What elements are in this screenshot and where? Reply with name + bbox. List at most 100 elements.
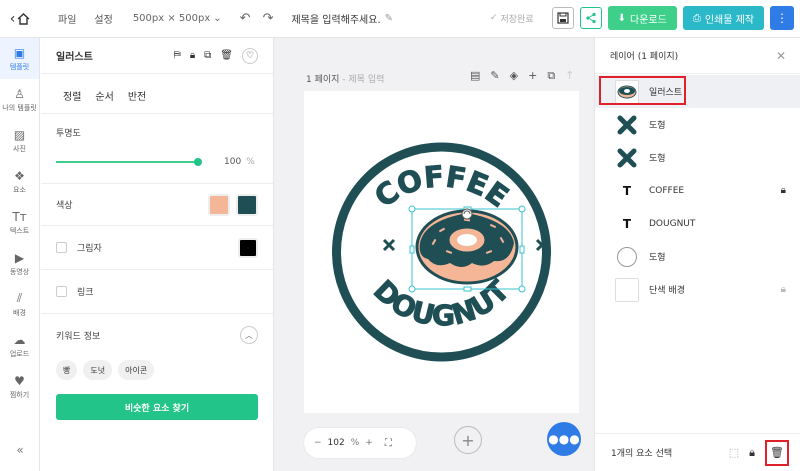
save-button[interactable] xyxy=(551,7,574,29)
zoom-control: − 102 % + ⛶ xyxy=(304,428,416,458)
lock-icon[interactable]: 🔒︎ xyxy=(781,185,786,196)
home-button[interactable]: ‹ xyxy=(0,11,40,27)
lock-icon[interactable]: 🔒︎ xyxy=(749,446,755,460)
copy-icon[interactable]: ⧉ xyxy=(204,50,211,61)
undo-icon[interactable]: ↶ xyxy=(240,11,251,26)
layer-item[interactable]: 도형 xyxy=(595,108,800,141)
sidebar-item-text[interactable]: Tт 텍스트 xyxy=(0,202,39,243)
home-icon xyxy=(17,12,30,25)
sidebar-item-my-template[interactable]: ♙ 나의 템플릿 xyxy=(0,79,39,120)
shadow-section: 그림자 xyxy=(41,226,273,270)
sidebar-item-video[interactable]: ▶ 동영상 xyxy=(0,243,39,284)
shadow-color-swatch[interactable] xyxy=(238,237,258,258)
title-placeholder: 제목을 입력해주세요. xyxy=(291,15,381,26)
layers-panel: 레이어 (1 페이지) ✕ 일러스트 도형 도형 T COFFEE 🔒︎ T D… xyxy=(594,38,800,471)
keyword-tag[interactable]: 아이콘 xyxy=(118,360,155,380)
share-icon xyxy=(586,12,596,24)
heart-outline-icon[interactable]: ♡ xyxy=(242,47,258,64)
magic-icon[interactable]: ✎ xyxy=(490,69,499,83)
sidebar-item-element[interactable]: ❖ 요소 xyxy=(0,161,39,202)
sidebar-item-upload[interactable]: ☁ 업로드 xyxy=(0,325,39,366)
canvas-size-dropdown[interactable]: 500px × 500px ⌄ xyxy=(133,13,222,24)
circle-thumb-icon xyxy=(615,244,639,269)
close-icon[interactable]: ✕ xyxy=(776,49,786,63)
sidebar-item-background[interactable]: ⫽ 배경 xyxy=(0,284,39,325)
sidebar-item-label: 배경 xyxy=(13,309,26,317)
x-shape-thumb-icon xyxy=(615,112,639,137)
delete-button[interactable]: 🗑︎ xyxy=(765,439,789,466)
zoom-out-button[interactable]: − xyxy=(314,438,322,448)
coffee-doughnut-logo[interactable]: COFFEE DOUGNUT xyxy=(304,91,579,413)
layer-item[interactable]: 도형 xyxy=(595,240,800,273)
sidebar-item-label: 요소 xyxy=(13,185,26,194)
chat-support-button[interactable]: ●●● xyxy=(547,422,581,456)
fit-screen-icon[interactable]: ⛶ xyxy=(385,438,392,449)
layer-item[interactable]: 단색 배경 🔒︎ xyxy=(595,273,800,306)
zoom-in-button[interactable]: + xyxy=(365,438,373,448)
tab-order[interactable]: 순서 xyxy=(95,88,113,113)
template-icon: ▣ xyxy=(13,45,26,60)
color-swatch-teal[interactable] xyxy=(236,193,258,216)
opacity-slider[interactable] xyxy=(56,158,202,166)
layer-item[interactable]: T COFFEE 🔒︎ xyxy=(595,174,800,207)
lock-icon[interactable]: 🔒︎ xyxy=(781,284,786,295)
title-input[interactable]: 제목을 입력해주세요. ✎ xyxy=(291,11,393,26)
sidebar-item-favorites[interactable]: ♥ 찜하기 xyxy=(0,366,39,407)
keyword-section-header: 키워드 정보 ︿ xyxy=(41,314,273,356)
redo-icon[interactable]: ↷ xyxy=(263,11,274,26)
menu-file[interactable]: 파일 xyxy=(58,11,76,26)
paint-bucket-icon[interactable]: ◈ xyxy=(510,69,518,83)
donut-illustration[interactable] xyxy=(415,209,519,285)
page-toolbar: ▤ ✎ ◈ + ⧉ ↑ xyxy=(470,69,574,83)
printer-icon: ⎙ xyxy=(692,12,701,24)
zoom-unit: % xyxy=(350,438,360,448)
selection-count: 1개의 요소 선택 xyxy=(611,449,673,459)
pencil-icon: ✎ xyxy=(384,13,394,24)
canvas-size-label: 500px × 500px xyxy=(132,13,211,24)
more-button[interactable]: ⋮ xyxy=(770,6,794,30)
collapse-sidebar-button[interactable]: « xyxy=(0,443,40,457)
link-checkbox[interactable] xyxy=(56,286,67,297)
group-icon[interactable]: ⬚ xyxy=(729,446,739,459)
menu-settings[interactable]: 설정 xyxy=(94,11,112,26)
shadow-checkbox[interactable] xyxy=(56,242,67,253)
keyword-tag[interactable]: 빵 xyxy=(56,360,78,380)
trash-icon[interactable]: 🗑︎ xyxy=(220,50,233,61)
sidebar-item-label: 텍스트 xyxy=(9,226,30,235)
tab-flip[interactable]: 반전 xyxy=(128,88,146,113)
opacity-value[interactable]: 100 xyxy=(224,157,241,167)
keyword-collapse-button[interactable]: ︿ xyxy=(240,326,258,344)
arrow-up-icon[interactable]: ↑ xyxy=(565,69,574,83)
sidebar-item-label: 찜하기 xyxy=(9,390,30,399)
keyword-tag[interactable]: 도넛 xyxy=(83,360,113,380)
trash-icon: 🗑︎ xyxy=(770,446,784,459)
layer-item[interactable]: 일러스트 xyxy=(595,75,800,108)
opacity-label: 투명도 xyxy=(56,129,81,139)
shapes-icon: ❖ xyxy=(14,168,25,183)
color-swatch-peach[interactable] xyxy=(208,193,230,216)
download-button[interactable]: ⬇ 다운로드 xyxy=(607,6,677,30)
copy-page-icon[interactable]: ⧉ xyxy=(547,69,555,83)
properties-header: 일러스트 ⛿ 🔒︎ ⧉ 🗑︎ ♡ xyxy=(41,38,273,74)
note-icon[interactable]: ▤ xyxy=(470,69,480,83)
sidebar-item-template[interactable]: ▣ 템플릿 xyxy=(0,38,39,79)
download-label: 다운로드 xyxy=(630,14,667,26)
share-button[interactable] xyxy=(579,7,602,29)
zoom-value[interactable]: 102 xyxy=(328,438,345,448)
find-similar-button[interactable]: 비슷한 요소 찾기 xyxy=(56,394,258,420)
add-icon[interactable]: + xyxy=(528,69,537,83)
design-page[interactable]: COFFEE DOUGNUT xyxy=(304,91,579,413)
tab-align[interactable]: 정렬 xyxy=(63,88,81,113)
left-sidebar: ▣ 템플릿 ♙ 나의 템플릿 ▨ 사진 ❖ 요소 Tт 텍스트 ▶ 동영상 ⫽ … xyxy=(0,38,40,471)
image-icon: ▨ xyxy=(13,127,26,142)
page-title[interactable]: - 제목 입력 xyxy=(339,75,384,85)
opacity-slider-handle[interactable] xyxy=(194,158,202,166)
sidebar-item-photo[interactable]: ▨ 사진 xyxy=(0,120,39,161)
add-page-button[interactable]: + xyxy=(454,426,482,454)
print-button[interactable]: ⎙ 인쇄물 제작 xyxy=(682,6,764,30)
layer-item[interactable]: 도형 xyxy=(595,141,800,174)
editor-app: ‹ 파일 설정 500px × 500px ⌄ ↶ ↷ 제목을 입력해주세요. … xyxy=(0,0,800,471)
paint-roller-icon[interactable]: ⛿ xyxy=(174,50,181,61)
lock-icon[interactable]: 🔒︎ xyxy=(190,50,195,61)
layer-item[interactable]: T DOUGNUT xyxy=(595,207,800,240)
